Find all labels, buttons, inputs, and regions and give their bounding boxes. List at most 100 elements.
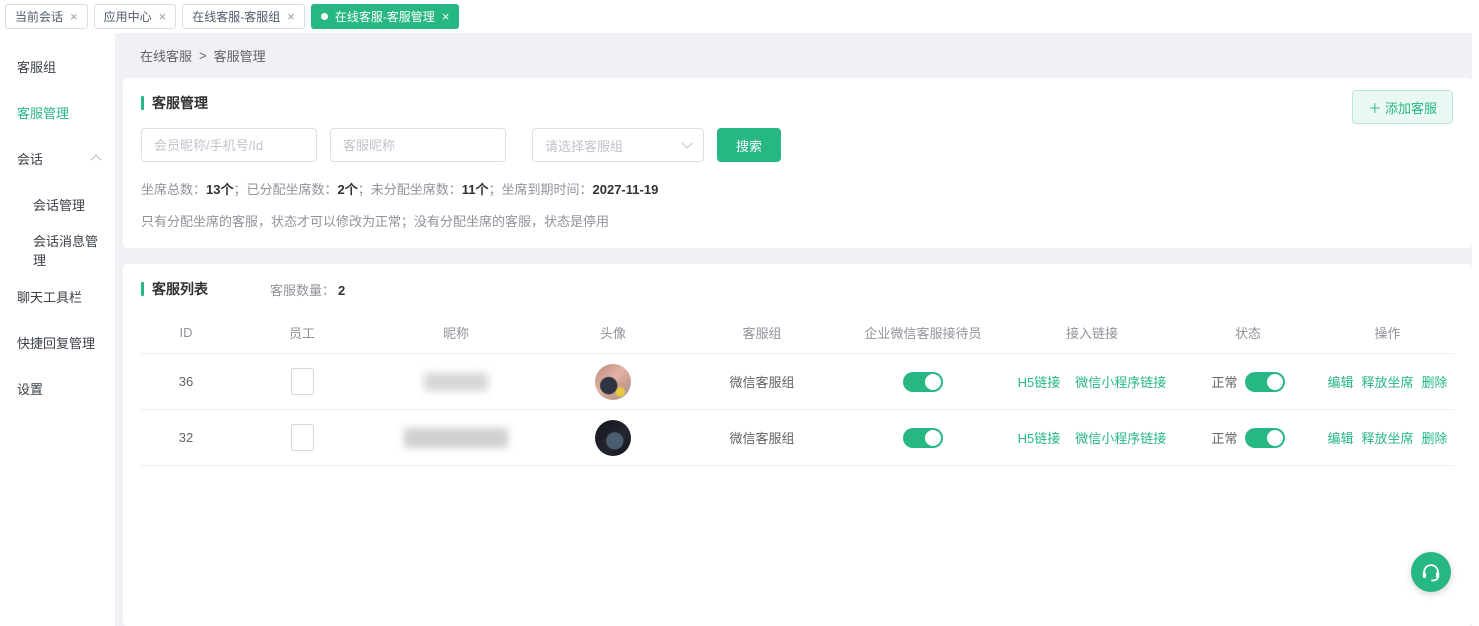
agent-nickname-input[interactable]	[330, 128, 506, 162]
tab-online-service-manage[interactable]: 在线客服-客服管理 ×	[311, 4, 460, 29]
sidebar-item-quick-reply-manage[interactable]: 快捷回复管理	[0, 319, 115, 365]
tab-label: 当前会话	[15, 8, 63, 25]
tab-current-session[interactable]: 当前会话 ×	[5, 4, 88, 29]
close-icon[interactable]: ×	[70, 10, 78, 23]
active-tab-dot-icon	[321, 13, 328, 20]
cell-id: 32	[141, 430, 231, 445]
agent-count: 客服数量：2	[270, 280, 345, 299]
column-header-actions: 操作	[1321, 323, 1454, 342]
release-seat-link[interactable]: 释放坐席	[1361, 428, 1413, 447]
search-button[interactable]: 搜索	[717, 128, 781, 162]
stat-label: ；已分配坐席数：	[233, 182, 337, 197]
sidebar-item-label: 会话消息管理	[33, 231, 100, 269]
edit-link[interactable]: 编辑	[1327, 428, 1353, 447]
sidebar-item-cs-group[interactable]: 客服组	[0, 43, 115, 89]
panel-title-row: 客服管理	[141, 93, 1454, 113]
delete-link[interactable]: 删除	[1422, 372, 1448, 391]
sidebar-item-session[interactable]: 会话	[0, 135, 115, 181]
agent-count-value: 2	[338, 283, 345, 298]
sidebar-item-label: 客服组	[17, 57, 56, 76]
employee-placeholder	[291, 424, 314, 451]
miniprogram-link[interactable]: 微信小程序链接	[1075, 372, 1166, 391]
cs-list-panel: 客服列表 客服数量：2 ID 员工 昵称 头像 客服组 企业微信客服接待员 接入…	[123, 264, 1472, 626]
tab-bar: 当前会话 × 应用中心 × 在线客服-客服组 × 在线客服-客服管理 ×	[0, 0, 1479, 33]
h5-link[interactable]: H5链接	[1018, 428, 1061, 447]
stat-value: 2027-11-19	[593, 182, 659, 197]
search-row: 请选择客服组 搜索	[141, 128, 1454, 162]
group-select[interactable]: 请选择客服组	[532, 128, 704, 162]
release-seat-link[interactable]: 释放坐席	[1361, 372, 1413, 391]
column-header-wechat-receptionist: 企业微信客服接待员	[837, 323, 1009, 342]
status-label: 正常	[1211, 428, 1237, 447]
sidebar-item-cs-manage[interactable]: 客服管理	[0, 89, 115, 135]
column-header-links: 接入链接	[1009, 323, 1175, 342]
stat-label: ；未分配坐席数：	[358, 182, 462, 197]
breadcrumb-page: 客服管理	[214, 46, 266, 65]
redacted-nickname	[404, 428, 508, 448]
sidebar-item-session-message-manage[interactable]: 会话消息管理	[0, 227, 115, 273]
sidebar-item-chat-toolbar[interactable]: 聊天工具栏	[0, 273, 115, 319]
sidebar-item-session-manage[interactable]: 会话管理	[0, 181, 115, 227]
miniprogram-link[interactable]: 微信小程序链接	[1075, 428, 1166, 447]
tab-online-service-group[interactable]: 在线客服-客服组 ×	[182, 4, 305, 29]
customer-service-fab-button[interactable]	[1411, 552, 1451, 592]
sidebar-item-label: 会话	[17, 149, 43, 168]
scrollbar-track[interactable]	[1472, 0, 1479, 626]
add-agent-button[interactable]: ＋ 添加客服	[1352, 90, 1453, 124]
column-header-nickname: 昵称	[373, 323, 539, 342]
sidebar-item-label: 聊天工具栏	[17, 287, 82, 306]
main-area: 客服组 客服管理 会话 会话管理 会话消息管理 聊天工具栏 快捷回复管理 设置 …	[0, 33, 1479, 626]
tab-label: 应用中心	[104, 8, 152, 25]
employee-placeholder	[291, 368, 314, 395]
wechat-receptionist-toggle[interactable]	[903, 428, 943, 448]
column-header-avatar: 头像	[539, 323, 687, 342]
tab-label: 在线客服-客服组	[192, 8, 280, 25]
cell-group: 微信客服组	[687, 428, 837, 447]
sidebar-item-label: 客服管理	[17, 103, 69, 122]
headset-icon	[1420, 561, 1442, 583]
cell-id: 36	[141, 374, 231, 389]
group-select-placeholder: 请选择客服组	[545, 136, 623, 155]
breadcrumb: 在线客服 > 客服管理	[123, 33, 1472, 78]
avatar	[595, 420, 631, 456]
table-row: 36 微信客服组 H5链接 微信小程序链接 正常 编辑	[141, 354, 1454, 410]
breadcrumb-separator: >	[199, 48, 207, 63]
agent-count-label: 客服数量：	[270, 283, 335, 298]
stat-value: 2个	[338, 182, 358, 197]
column-header-id: ID	[141, 325, 231, 340]
column-header-employee: 员工	[231, 323, 373, 342]
h5-link[interactable]: H5链接	[1018, 372, 1061, 391]
tab-label: 在线客服-客服管理	[335, 8, 435, 25]
section-accent-bar	[141, 96, 144, 110]
list-title-row: 客服列表	[141, 279, 208, 299]
close-icon[interactable]: ×	[287, 10, 295, 23]
chevron-up-icon	[90, 154, 101, 165]
member-search-input[interactable]	[141, 128, 317, 162]
stat-label: 坐席总数：	[141, 182, 206, 197]
tab-app-center[interactable]: 应用中心 ×	[94, 4, 177, 29]
stat-value: 11个	[462, 182, 489, 197]
agent-table: ID 员工 昵称 头像 客服组 企业微信客服接待员 接入链接 状态 操作 36	[141, 311, 1454, 466]
delete-link[interactable]: 删除	[1422, 428, 1448, 447]
status-toggle[interactable]	[1245, 372, 1285, 392]
edit-link[interactable]: 编辑	[1327, 372, 1353, 391]
sidebar: 客服组 客服管理 会话 会话管理 会话消息管理 聊天工具栏 快捷回复管理 设置	[0, 33, 115, 626]
table-row: 32 微信客服组 H5链接 微信小程序链接 正常 编辑	[141, 410, 1454, 466]
seat-stats-line: 坐席总数：13个；已分配坐席数：2个；未分配坐席数：11个；坐席到期时间：202…	[141, 179, 1454, 198]
close-icon[interactable]: ×	[159, 10, 167, 23]
status-hint-text: 只有分配坐席的客服，状态才可以修改为正常；没有分配坐席的客服，状态是停用	[141, 211, 1454, 230]
close-icon[interactable]: ×	[442, 10, 450, 23]
column-header-status: 状态	[1175, 323, 1321, 342]
wechat-receptionist-toggle[interactable]	[903, 372, 943, 392]
breadcrumb-section[interactable]: 在线客服	[140, 46, 192, 65]
sidebar-item-label: 设置	[17, 379, 43, 398]
cell-group: 微信客服组	[687, 372, 837, 391]
section-accent-bar	[141, 282, 144, 296]
sidebar-item-settings[interactable]: 设置	[0, 365, 115, 411]
stat-label: ；坐席到期时间：	[489, 182, 593, 197]
list-title: 客服列表	[152, 279, 208, 299]
sidebar-item-label: 快捷回复管理	[17, 333, 95, 352]
list-header-row: 客服列表 客服数量：2	[141, 279, 1454, 299]
stat-value: 13个	[206, 182, 233, 197]
status-toggle[interactable]	[1245, 428, 1285, 448]
